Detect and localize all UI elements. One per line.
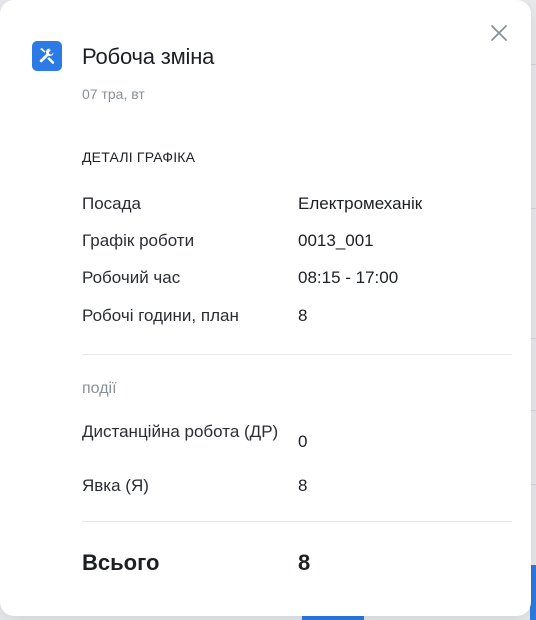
close-button[interactable] <box>488 22 510 44</box>
section-divider <box>82 354 512 355</box>
shift-date: 07 тра, вт <box>82 86 145 102</box>
background-selected-cell[interactable] <box>302 616 364 620</box>
shift-type-badge <box>32 41 62 71</box>
shift-details-popup: Робоча зміна 07 тра, вт ДЕТАЛІ ГРАФІКА П… <box>0 0 531 616</box>
close-icon <box>491 25 507 41</box>
tools-icon <box>39 48 55 64</box>
total-value: 8 <box>298 550 311 575</box>
row-label: Робочий час <box>82 268 181 287</box>
row-value: 8 <box>298 306 308 325</box>
total-label: Всього <box>82 550 160 575</box>
section-divider <box>82 521 512 522</box>
row-value: Електромеханік <box>298 194 423 213</box>
schedule-section-title: ДЕТАЛІ ГРАФІКА <box>82 149 196 165</box>
row-label: Графік роботи <box>82 231 195 250</box>
row-value: 0013_001 <box>298 231 374 250</box>
events-section-title: ПОДІЇ <box>82 380 117 397</box>
row-label: Робочі години, план <box>82 306 239 325</box>
row-value: 0 <box>298 432 308 451</box>
row-value: 08:15 - 17:00 <box>298 268 399 287</box>
popup-title: Робоча зміна <box>82 44 215 69</box>
row-label: Явка (Я) <box>82 476 149 495</box>
row-label: Дистанційна робота (ДР) <box>82 422 279 441</box>
row-value: 8 <box>298 476 308 495</box>
row-label: Посада <box>82 194 142 213</box>
